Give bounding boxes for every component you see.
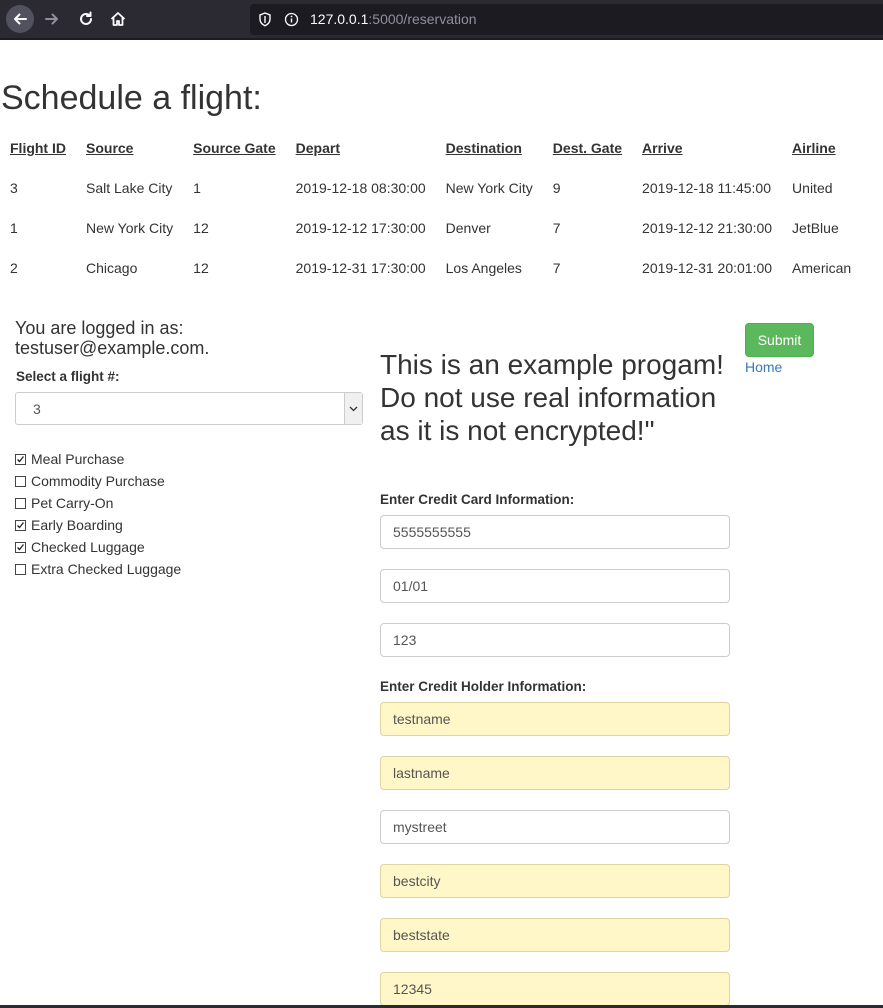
warning-message: This is an example progam! Do not use re… [380, 349, 724, 446]
card-expiry-field[interactable]: 01/01 [380, 569, 730, 603]
column-header-source[interactable]: Source [76, 128, 183, 168]
forward-arrow-icon[interactable] [38, 5, 66, 33]
login-status: You are logged in as: testuser@example.c… [15, 318, 209, 358]
cell-flight-id: 1 [10, 220, 18, 236]
checkbox[interactable] [15, 453, 26, 465]
column-header-dest-gate[interactable]: Dest. Gate [543, 128, 632, 168]
url-path: :5000/reservation [368, 11, 477, 27]
addon-label: Extra Checked Luggage [31, 561, 182, 577]
cell-destination: New York City [445, 180, 533, 196]
chevron-down-icon[interactable] [344, 393, 362, 424]
flight-select-value: 3 [33, 401, 41, 417]
last-name-field[interactable]: lastname [380, 756, 730, 790]
column-header-arrive[interactable]: Arrive [632, 128, 782, 168]
cell-flight-id: 2 [10, 260, 18, 276]
table-row: 2 Chicago 12 2019-12-31 17:30:00 Los Ang… [0, 248, 861, 288]
addon-extra-checked-luggage[interactable]: Extra Checked Luggage [15, 558, 181, 580]
addon-checked-luggage[interactable]: Checked Luggage [15, 536, 181, 558]
flight-select-label: Select a flight #: [16, 369, 120, 384]
cell-depart: 2019-12-12 17:30:00 [295, 220, 426, 236]
cell-dest-gate: 7 [552, 260, 561, 276]
reload-icon[interactable] [72, 5, 100, 33]
checkbox[interactable] [15, 541, 26, 553]
cell-dest-gate: 7 [552, 220, 561, 236]
user-email: testuser@example.com. [15, 338, 210, 358]
shield-icon[interactable] [258, 12, 272, 32]
cell-source: Salt Lake City [86, 180, 173, 196]
back-arrow-icon[interactable] [6, 5, 34, 33]
url-text[interactable]: 127.0.0.1:5000/reservation [310, 11, 477, 27]
state-field[interactable]: beststate [380, 918, 730, 952]
addon-label: Pet Carry-On [31, 495, 114, 511]
cell-arrive: 2019-12-31 20:01:00 [642, 260, 773, 276]
cell-source-gate: 12 [193, 220, 209, 236]
cell-depart: 2019-12-18 08:30:00 [295, 180, 426, 196]
addon-label: Meal Purchase [31, 451, 125, 467]
cell-source-gate: 12 [193, 260, 209, 276]
first-name-field[interactable]: testname [380, 702, 730, 736]
home-link[interactable]: Home [745, 359, 782, 375]
cell-airline: United [792, 180, 833, 196]
cell-source-gate: 1 [193, 180, 201, 196]
cell-source: New York City [86, 220, 174, 236]
addon-commodity-purchase[interactable]: Commodity Purchase [15, 470, 181, 492]
addon-pet-carry-on[interactable]: Pet Carry-On [15, 492, 181, 514]
address-bar[interactable]: 127.0.0.1:5000/reservation [250, 4, 883, 35]
column-header-airline[interactable]: Airline [782, 128, 861, 168]
addon-label: Commodity Purchase [31, 473, 165, 489]
addon-meal-purchase[interactable]: Meal Purchase [15, 448, 181, 470]
table-row: 3 Salt Lake City 1 2019-12-18 08:30:00 N… [0, 168, 861, 208]
logged-in-label: You are logged in as: [15, 318, 184, 338]
credit-card-label: Enter Credit Card Information: [380, 492, 575, 507]
table-header-row: Flight ID Source Source Gate Depart Dest… [0, 128, 861, 168]
cell-dest-gate: 9 [552, 180, 561, 196]
zip-field[interactable]: 12345 [380, 972, 730, 1006]
cell-flight-id: 3 [10, 180, 18, 196]
flights-table: Flight ID Source Source Gate Depart Dest… [0, 128, 861, 288]
table-row: 1 New York City 12 2019-12-12 17:30:00 D… [0, 208, 861, 248]
cell-airline: JetBlue [792, 220, 839, 236]
card-number-field[interactable]: 5555555555 [380, 515, 730, 549]
checkbox[interactable] [15, 519, 26, 531]
cell-destination: Denver [445, 220, 491, 236]
page-title: Schedule a flight: [1, 79, 262, 117]
info-icon[interactable] [284, 12, 299, 32]
cell-airline: American [792, 260, 852, 276]
flight-select[interactable]: 3 [15, 392, 363, 425]
cell-depart: 2019-12-31 17:30:00 [295, 260, 426, 276]
addon-label: Early Boarding [31, 517, 123, 533]
cell-arrive: 2019-12-18 11:45:00 [642, 180, 772, 196]
card-cvv-field[interactable]: 123 [380, 623, 730, 657]
addon-early-boarding[interactable]: Early Boarding [15, 514, 181, 536]
column-header-depart[interactable]: Depart [286, 128, 436, 168]
home-icon[interactable] [104, 5, 132, 33]
column-header-destination[interactable]: Destination [436, 128, 543, 168]
column-header-flight-id[interactable]: Flight ID [0, 128, 76, 168]
addon-checkbox-list: Meal Purchase Commodity Purchase Pet Car… [15, 448, 181, 580]
street-field[interactable]: mystreet [380, 810, 730, 844]
addon-label: Checked Luggage [31, 539, 145, 555]
column-header-source-gate[interactable]: Source Gate [183, 128, 285, 168]
url-host: 127.0.0.1 [310, 11, 369, 27]
checkbox[interactable] [15, 475, 26, 487]
cell-source: Chicago [86, 260, 138, 276]
browser-toolbar: 127.0.0.1:5000/reservation [0, 0, 883, 39]
toolbar-divider [0, 38, 883, 40]
checkbox[interactable] [15, 497, 26, 509]
cell-arrive: 2019-12-12 21:30:00 [642, 220, 773, 236]
holder-info-label: Enter Credit Holder Information: [380, 679, 587, 694]
cell-destination: Los Angeles [445, 260, 522, 276]
submit-button[interactable]: Submit [745, 323, 814, 357]
city-field[interactable]: bestcity [380, 864, 730, 898]
checkbox[interactable] [15, 563, 26, 575]
